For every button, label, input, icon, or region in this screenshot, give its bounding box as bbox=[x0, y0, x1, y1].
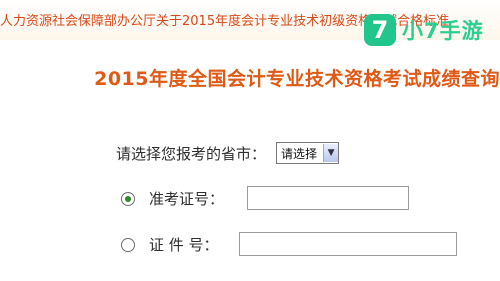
province-label: 请选择您报考的省市： bbox=[116, 144, 267, 163]
ticket-row: 准考证号： bbox=[121, 188, 224, 209]
watermark-logo: 7 小7手游 bbox=[364, 14, 484, 46]
id-number-input[interactable] bbox=[239, 232, 457, 256]
id-row: 证 件 号： bbox=[121, 234, 219, 255]
province-row: 请选择您报考的省市： 请选择 ▼ bbox=[116, 142, 340, 164]
id-radio[interactable] bbox=[121, 237, 135, 252]
logo-badge: 7 bbox=[364, 14, 396, 46]
logo-text: 小7手游 bbox=[402, 19, 484, 43]
province-select[interactable]: 请选择 ▼ bbox=[276, 142, 340, 164]
ticket-label: 准考证号： bbox=[149, 190, 225, 208]
page-title: 2015年度全国会计专业技术资格考试成绩查询 bbox=[94, 68, 500, 90]
chevron-down-icon[interactable]: ▼ bbox=[323, 144, 339, 162]
ticket-radio[interactable] bbox=[121, 191, 135, 206]
ticket-number-input[interactable] bbox=[247, 186, 409, 210]
province-select-value: 请选择 bbox=[281, 146, 318, 161]
id-label: 证 件 号： bbox=[149, 236, 219, 254]
